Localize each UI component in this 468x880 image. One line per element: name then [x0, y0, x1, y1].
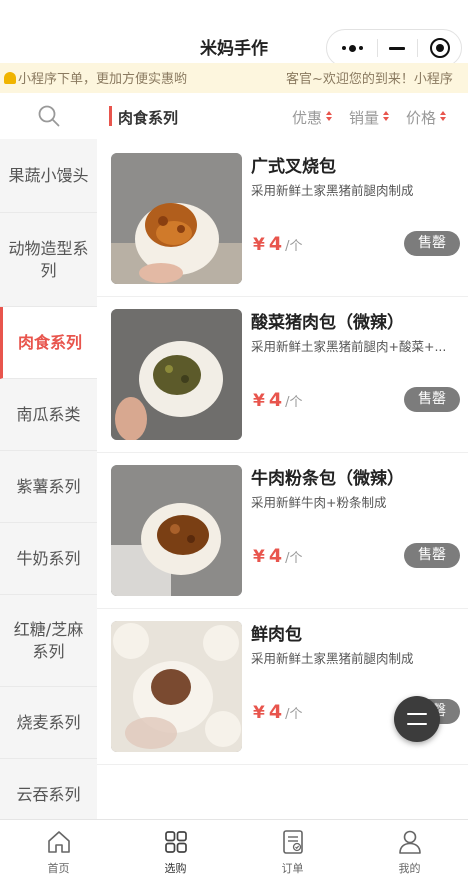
section-marker	[109, 106, 112, 126]
notice-text-2: 客官~欢迎您的到来！小程序	[286, 72, 453, 87]
close-target-icon	[430, 38, 450, 58]
section-title: 肉食系列	[118, 109, 179, 127]
mini-program-capsule	[326, 29, 462, 67]
product-price: ¥4/个	[253, 389, 302, 411]
sort-sales[interactable]: 销量	[349, 107, 379, 128]
grid-icon	[165, 831, 187, 853]
category-item[interactable]: 南瓜系类	[0, 379, 97, 451]
bun-photo-pork	[111, 621, 242, 752]
category-item[interactable]: 牛奶系列	[0, 523, 97, 595]
tab-label: 订单	[281, 862, 304, 875]
price-unit: /个	[285, 239, 303, 254]
tab-profile[interactable]: 我的	[351, 820, 468, 880]
sort-arrows-icon	[326, 111, 332, 121]
minimize-icon	[389, 46, 405, 50]
close-button[interactable]	[417, 30, 463, 66]
category-label: 烧麦系列	[16, 712, 81, 732]
price-unit: /个	[285, 551, 303, 566]
currency-symbol: ¥	[253, 391, 265, 411]
sort-discount[interactable]: 优惠	[292, 107, 322, 128]
sort-arrows-icon	[383, 111, 389, 121]
tab-home[interactable]: 首页	[0, 820, 117, 880]
app-root: 米妈手作 小程序下单，更加方便实惠哟 客官~欢迎您的到来！小程序 果蔬小馒头 动…	[0, 0, 468, 880]
product-card[interactable]: 酸菜猪肉包（微辣） 采用新鲜土家黑猪前腿肉+酸菜+... ¥4/个 售罄	[97, 297, 468, 453]
product-card[interactable]: 牛肉粉条包（微辣） 采用新鲜牛肉+粉条制成 ¥4/个 售罄	[97, 453, 468, 609]
bun-photo-charsiu	[111, 153, 242, 284]
more-button[interactable]	[327, 30, 377, 66]
category-item[interactable]: 动物造型系列	[0, 213, 97, 307]
sort-price-label: 价格	[406, 109, 437, 127]
product-price: ¥4/个	[253, 701, 302, 723]
tab-bar: 首页 选购 订单 我的	[0, 819, 468, 880]
product-image	[111, 309, 242, 440]
price-value: 4	[268, 701, 283, 723]
sort-sales-label: 销量	[349, 109, 380, 127]
product-image	[111, 465, 242, 596]
notice-first: 小程序下单，更加方便实惠哟	[4, 68, 187, 87]
category-label: 果蔬小馒头	[8, 165, 89, 185]
tab-label: 首页	[47, 862, 70, 875]
category-item[interactable]: 云吞系列	[0, 759, 97, 819]
category-item[interactable]: 红糖/芝麻系列	[0, 595, 97, 687]
category-item[interactable]: 烧麦系列	[0, 687, 97, 759]
currency-symbol: ¥	[253, 547, 265, 567]
product-price: ¥4/个	[253, 233, 302, 255]
price-unit: /个	[285, 707, 303, 722]
category-label: 云吞系列	[16, 784, 81, 804]
bun-photo-beef	[111, 465, 242, 596]
category-label: 动物造型系列	[8, 238, 89, 280]
floating-menu-button[interactable]	[394, 696, 440, 742]
order-icon	[283, 830, 303, 854]
tab-label: 选购	[164, 862, 187, 875]
product-price: ¥4/个	[253, 545, 302, 567]
category-sidebar: 果蔬小馒头 动物造型系列 肉食系列 南瓜系类 紫薯系列 牛奶系列 红糖/芝麻系列…	[0, 93, 97, 819]
menu-lines-icon	[407, 713, 427, 725]
tab-orders[interactable]: 订单	[234, 820, 351, 880]
price-unit: /个	[285, 395, 303, 410]
category-label: 紫薯系列	[16, 476, 81, 496]
price-value: 4	[268, 545, 283, 567]
product-desc: 采用新鲜土家黑猪前腿肉制成	[251, 651, 414, 666]
sold-out-badge: 售罄	[404, 543, 460, 568]
tab-shop[interactable]: 选购	[117, 820, 234, 880]
search-button[interactable]	[0, 93, 97, 139]
home-icon	[48, 831, 70, 853]
category-label: 牛奶系列	[16, 548, 81, 568]
more-dots-icon	[341, 44, 363, 52]
notice-text-1: 小程序下单，更加方便实惠哟	[18, 72, 188, 87]
sold-out-badge: 售罄	[404, 387, 460, 412]
product-name: 鲜肉包	[251, 625, 302, 645]
product-image	[111, 621, 242, 752]
category-item[interactable]: 果蔬小馒头	[0, 139, 97, 213]
product-name: 广式叉烧包	[251, 157, 336, 177]
currency-symbol: ¥	[253, 703, 265, 723]
list-header: 肉食系列 优惠 销量 价格	[97, 93, 468, 141]
sort-arrows-icon	[440, 111, 446, 121]
sold-out-badge: 售罄	[404, 231, 460, 256]
product-desc: 采用新鲜土家黑猪前腿肉制成	[251, 183, 414, 198]
bell-icon	[4, 72, 16, 84]
product-desc: 采用新鲜牛肉+粉条制成	[251, 495, 387, 510]
category-item[interactable]: 紫薯系列	[0, 451, 97, 523]
notice-bar: 小程序下单，更加方便实惠哟 客官~欢迎您的到来！小程序	[0, 63, 468, 93]
product-card[interactable]: 广式叉烧包 采用新鲜土家黑猪前腿肉制成 ¥4/个 售罄	[97, 141, 468, 297]
search-icon	[38, 105, 59, 127]
product-desc: 采用新鲜土家黑猪前腿肉+酸菜+...	[251, 339, 447, 354]
user-icon	[399, 830, 421, 854]
product-image	[111, 153, 242, 284]
category-label: 南瓜系类	[16, 404, 81, 424]
sort-price[interactable]: 价格	[406, 107, 436, 128]
category-item-active[interactable]: 肉食系列	[0, 307, 97, 379]
price-value: 4	[268, 389, 283, 411]
product-name: 酸菜猪肉包（微辣）	[251, 313, 404, 333]
minimize-button[interactable]	[377, 30, 417, 66]
product-name: 牛肉粉条包（微辣）	[251, 469, 404, 489]
tab-label: 我的	[398, 862, 421, 875]
currency-symbol: ¥	[253, 235, 265, 255]
price-value: 4	[268, 233, 283, 255]
sort-discount-label: 优惠	[292, 109, 323, 127]
category-label: 肉食系列	[17, 332, 82, 352]
category-label: 红糖/芝麻系列	[13, 619, 84, 661]
bun-photo-pickled	[111, 309, 242, 440]
